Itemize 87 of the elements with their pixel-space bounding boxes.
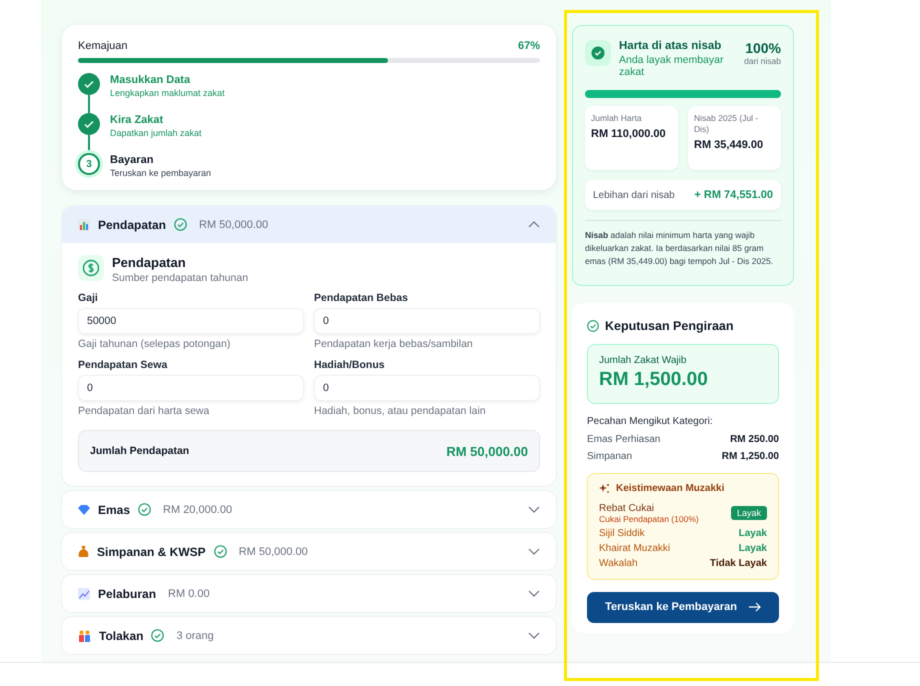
check-icon (83, 78, 95, 90)
total-label: Jumlah Pendapatan (90, 445, 190, 457)
field-hint: Gaji tahunan (selepas potongan) (78, 338, 232, 350)
input-field[interactable]: 50000 (78, 308, 304, 334)
privilege-detail: Cukai Pendapatan (100%) (599, 514, 699, 524)
input-field[interactable]: 0 (78, 375, 304, 401)
field-label: Pendapatan Sewa (78, 359, 168, 371)
privilege-status: Layak (738, 542, 767, 554)
privilege-name: Khairat Muzakki (599, 542, 670, 554)
breakdown-value: RM 1,250.00 (722, 450, 779, 462)
surplus-value: + RM 74,551.00 (694, 189, 773, 201)
status-title: Harta di atas nisab (619, 40, 722, 52)
check-icon (83, 118, 95, 130)
panel-subtitle: Sumber pendapatan tahunan (112, 272, 248, 284)
chevron-up-icon (528, 221, 540, 228)
percent-label: dari nisab (744, 56, 781, 66)
surplus-label: Lebihan dari nisab (593, 190, 675, 200)
chevron-down-icon (528, 590, 540, 597)
section-title: Simpanan & KWSP (97, 544, 206, 558)
status-subtitle: Anda layak membayar zakat (619, 54, 724, 78)
privilege-name: Rebat Cukai (599, 502, 656, 514)
progress-label: Kemajuan (78, 40, 128, 52)
section-title: Tolakan (99, 628, 144, 642)
gem-icon (78, 504, 90, 514)
field-label: Gaji (78, 292, 99, 304)
line-chart-icon (78, 588, 90, 600)
step-marker: 3 (78, 153, 100, 175)
section-amount: RM 50,000.00 (238, 546, 308, 558)
field-hint: Pendapatan kerja bebas/sambilan (314, 338, 474, 350)
nisab-note: Nisab adalah nilai minimum harta yang wajib dikeluarkan zakat. Ia berdasarkan nilai 85 gram emas (RM 35,449.00) bagi tempoh Jul - Dis 2025. (585, 220, 781, 269)
section-header[interactable]: Tolakan 3 orang (62, 617, 556, 654)
people-icon (78, 630, 91, 642)
decision-title: Keputusan Pengiraan (605, 318, 734, 333)
step-subtitle: Lengkapkan maklumat zakat (110, 88, 225, 98)
privilege-status: Tidak Layak (710, 558, 767, 569)
section-title: Pelaburan (98, 586, 156, 600)
chevron-down-icon (528, 506, 540, 513)
input-field[interactable]: 0 (314, 308, 540, 334)
sparkle-icon (599, 482, 610, 494)
check-circle-icon (587, 320, 599, 332)
panel-title: Pendapatan (112, 255, 187, 270)
field-hint: Hadiah, bonus, atau pendapatan lain (314, 405, 487, 417)
section-amount: RM 0.00 (168, 588, 210, 600)
privilege-name: Wakalah (599, 558, 638, 569)
zakat-due-label: Jumlah Zakat Wajib (599, 354, 688, 366)
section-header[interactable]: Pelaburan RM 0.00 (62, 575, 556, 612)
chevron-down-icon (528, 548, 540, 555)
step-subtitle: Dapatkan jumlah zakat (110, 128, 202, 138)
section-amount: RM 50,000.00 (199, 218, 268, 230)
field-hint: Pendapatan dari harta sewa (78, 405, 210, 417)
field-label: Hadiah/Bonus (314, 359, 386, 371)
privileges-title: Keistimewaan Muzakki (616, 482, 724, 494)
section-title: Emas (98, 502, 130, 516)
section-header[interactable]: Simpanan & KWSP RM 50,000.00 (62, 533, 556, 570)
breakdown-title: Pecahan Mengikut Kategori: (587, 416, 714, 427)
breakdown-label: Simpanan (587, 450, 632, 462)
input-field[interactable]: 0 (314, 375, 540, 401)
privilege-status: Layak (738, 528, 767, 539)
chevron-down-icon (528, 632, 540, 639)
step-subtitle: Teruskan ke pembayaran (110, 168, 212, 178)
stat-value: RM 35,449.00 (694, 138, 764, 154)
arrow-right-icon (748, 602, 761, 612)
dollar-icon (78, 255, 104, 281)
section-amount: 3 orang (176, 630, 214, 642)
check-icon (585, 40, 611, 66)
section-header[interactable]: Emas RM 20,000.00 (62, 491, 556, 528)
total-value: RM 50,000.00 (446, 444, 528, 458)
proceed-payment-button[interactable]: Teruskan ke Pembayaran (587, 592, 779, 623)
percent-value: 100% (744, 40, 781, 56)
zakat-due-value: RM 1,500.00 (599, 368, 709, 391)
stat-label: Nisab 2025 (Jul - Dis) (694, 113, 760, 136)
section-amount: RM 20,000.00 (163, 504, 232, 516)
progress-reading: 67% (518, 40, 540, 52)
section-title: Pendapatan (98, 218, 166, 232)
stat-value: RM 110,000.00 (591, 127, 667, 142)
stat-label: Jumlah Harta (591, 113, 643, 124)
breakdown-value: RM 250.00 (730, 434, 779, 445)
breakdown-label: Emas Perhiasan (587, 434, 660, 445)
field-label: Pendapatan Bebas (314, 292, 409, 304)
bar-chart-icon (78, 218, 90, 230)
privilege-name: Sijil Siddik (599, 528, 645, 539)
step-title: Kira Zakat (110, 114, 164, 126)
step-title: Masukkan Data (110, 74, 192, 86)
section-header[interactable]: Pendapatan RM 50,000.00 (62, 206, 556, 243)
money-bag-icon (78, 546, 89, 558)
step-title: Bayaran (110, 154, 154, 166)
status-badge: Layak (730, 506, 767, 520)
